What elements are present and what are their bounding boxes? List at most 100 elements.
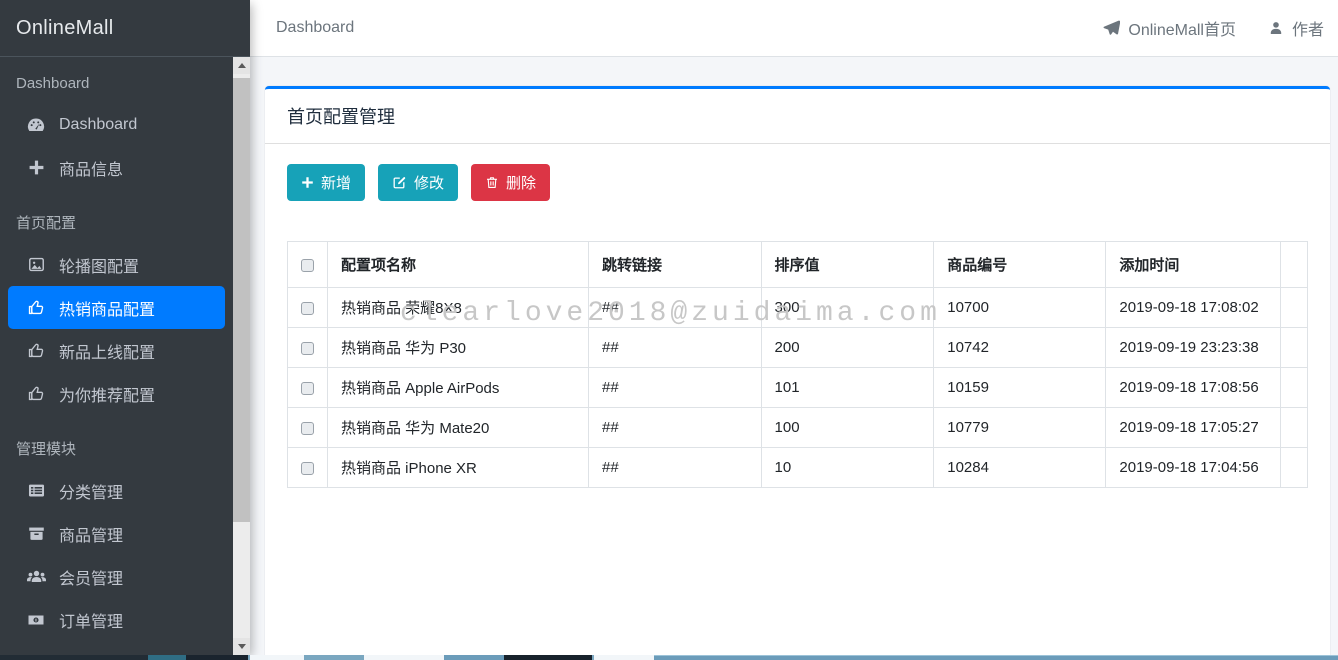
- row-checkbox[interactable]: [301, 382, 314, 395]
- table-header-row: 配置项名称 跳转链接 排序值 商品编号 添加时间: [288, 242, 1308, 288]
- thumbs-up-icon: [24, 340, 48, 362]
- edit-icon: [392, 175, 407, 190]
- sidebar-item-label: 为你推荐配置: [59, 382, 155, 406]
- cell-created: 2019-09-18 17:08:02: [1106, 288, 1281, 328]
- home-link[interactable]: OnlineMall首页: [1102, 16, 1236, 40]
- table-row[interactable]: 热销商品 华为 Mate20 ## 100 10779 2019-09-18 1…: [288, 408, 1308, 448]
- col-header-created: 添加时间: [1106, 242, 1281, 288]
- nav-section-management: 管理模块: [0, 431, 233, 469]
- sidebar-scrollbar[interactable]: [233, 57, 250, 655]
- thumbs-up-icon: [24, 383, 48, 405]
- col-header-sort: 排序值: [761, 242, 934, 288]
- cell-product-id: 10284: [934, 448, 1106, 488]
- cell-link: ##: [589, 448, 761, 488]
- money-bill-icon: [24, 609, 48, 631]
- row-checkbox[interactable]: [301, 422, 314, 435]
- scrollbar-thumb[interactable]: [233, 78, 250, 522]
- delete-button[interactable]: 删除: [471, 164, 550, 201]
- add-button[interactable]: 新增: [287, 164, 365, 201]
- plus-icon: [301, 176, 314, 189]
- col-header-link: 跳转链接: [589, 242, 761, 288]
- cell-created: 2019-09-18 17:04:56: [1106, 448, 1281, 488]
- nav-section-dashboard: Dashboard: [0, 65, 233, 103]
- sidebar-item-new-products-config[interactable]: 新品上线配置: [8, 329, 225, 372]
- cell-name: 热销商品 华为 P30: [328, 328, 589, 368]
- delete-button-label: 删除: [506, 172, 536, 193]
- thumbs-up-icon: [24, 297, 48, 319]
- cell-product-id: 10742: [934, 328, 1106, 368]
- topbar: Dashboard OnlineMall首页 作者: [250, 0, 1338, 57]
- sidebar-item-recommend-config[interactable]: 为你推荐配置: [8, 372, 225, 415]
- cell-gap: [1281, 328, 1308, 368]
- page-title: 首页配置管理: [287, 103, 1308, 129]
- nav-section-home-config: 首页配置: [0, 205, 233, 243]
- user-icon: [1268, 20, 1284, 36]
- sidebar-nav: Dashboard Dashboard 商品信息 首页配置 轮播图配置 热销商品: [0, 57, 233, 641]
- cell-gap: [1281, 288, 1308, 328]
- config-table: 配置项名称 跳转链接 排序值 商品编号 添加时间 热销商品 荣耀8X8 ## 3…: [287, 241, 1308, 488]
- add-button-label: 新增: [321, 172, 351, 193]
- sidebar-item-label: 订单管理: [59, 608, 123, 632]
- sidebar-item-label: 商品管理: [59, 522, 123, 546]
- col-header-product-id: 商品编号: [934, 242, 1106, 288]
- col-header-name: 配置项名称: [328, 242, 589, 288]
- card-body: 新增 修改 删除: [265, 144, 1330, 508]
- table-row[interactable]: 热销商品 Apple AirPods ## 101 10159 2019-09-…: [288, 368, 1308, 408]
- cell-sort: 300: [761, 288, 934, 328]
- sidebar-item-label: 热销商品配置: [59, 296, 155, 320]
- row-checkbox[interactable]: [301, 302, 314, 315]
- table-row[interactable]: 热销商品 华为 P30 ## 200 10742 2019-09-19 23:2…: [288, 328, 1308, 368]
- row-checkbox[interactable]: [301, 342, 314, 355]
- breadcrumb: Dashboard: [276, 19, 354, 37]
- cell-created: 2019-09-18 17:08:56: [1106, 368, 1281, 408]
- cell-name: 热销商品 iPhone XR: [328, 448, 589, 488]
- row-checkbox[interactable]: [301, 462, 314, 475]
- sidebar-item-carousel-config[interactable]: 轮播图配置: [8, 243, 225, 286]
- tachometer-icon: [24, 114, 48, 136]
- sidebar-item-label: Dashboard: [59, 116, 137, 134]
- sidebar-item-category-management[interactable]: 分类管理: [8, 469, 225, 512]
- cell-created: 2019-09-18 17:05:27: [1106, 408, 1281, 448]
- cell-product-id: 10159: [934, 368, 1106, 408]
- select-all-checkbox[interactable]: [301, 259, 314, 272]
- edit-button-label: 修改: [414, 172, 444, 193]
- sidebar-item-product-management[interactable]: 商品管理: [8, 512, 225, 555]
- card-header: 首页配置管理: [265, 89, 1330, 144]
- table-row[interactable]: 热销商品 荣耀8X8 ## 300 10700 2019-09-18 17:08…: [288, 288, 1308, 328]
- list-icon: [24, 480, 48, 502]
- cell-product-id: 10700: [934, 288, 1106, 328]
- cell-gap: [1281, 408, 1308, 448]
- cell-link: ##: [589, 408, 761, 448]
- user-menu-label: 作者: [1292, 16, 1324, 40]
- taskbar-strip: [0, 655, 1338, 660]
- sidebar-item-member-management[interactable]: 会员管理: [8, 555, 225, 598]
- cell-created: 2019-09-19 23:23:38: [1106, 328, 1281, 368]
- app-logo[interactable]: OnlineMall: [0, 0, 250, 57]
- scrollbar-up-arrow[interactable]: [233, 57, 250, 74]
- cell-sort: 101: [761, 368, 934, 408]
- image-icon: [24, 254, 48, 276]
- sidebar-item-hot-products-config[interactable]: 热销商品配置: [8, 286, 225, 329]
- user-menu[interactable]: 作者: [1268, 16, 1324, 40]
- trash-icon: [485, 175, 499, 190]
- cell-name: 热销商品 Apple AirPods: [328, 368, 589, 408]
- cell-product-id: 10779: [934, 408, 1106, 448]
- cell-name: 热销商品 荣耀8X8: [328, 288, 589, 328]
- sidebar-item-label: 新品上线配置: [59, 339, 155, 363]
- plus-icon: [24, 157, 48, 179]
- cell-gap: [1281, 368, 1308, 408]
- sidebar-item-product-info[interactable]: 商品信息: [8, 146, 225, 189]
- sidebar-item-label: 会员管理: [59, 565, 123, 589]
- scrollbar-down-arrow[interactable]: [233, 638, 250, 655]
- edit-button[interactable]: 修改: [378, 164, 458, 201]
- content-area: clearlove2018@zuidaima.com 首页配置管理 新增 修改: [250, 57, 1338, 660]
- sidebar: OnlineMall Dashboard Dashboard 商品信息 首页配置…: [0, 0, 250, 660]
- sidebar-item-label: 分类管理: [59, 479, 123, 503]
- table-row[interactable]: 热销商品 iPhone XR ## 10 10284 2019-09-18 17…: [288, 448, 1308, 488]
- box-icon: [24, 523, 48, 545]
- sidebar-item-dashboard[interactable]: Dashboard: [8, 103, 225, 146]
- cell-link: ##: [589, 368, 761, 408]
- cell-sort: 10: [761, 448, 934, 488]
- cell-link: ##: [589, 288, 761, 328]
- sidebar-item-order-management[interactable]: 订单管理: [8, 598, 225, 641]
